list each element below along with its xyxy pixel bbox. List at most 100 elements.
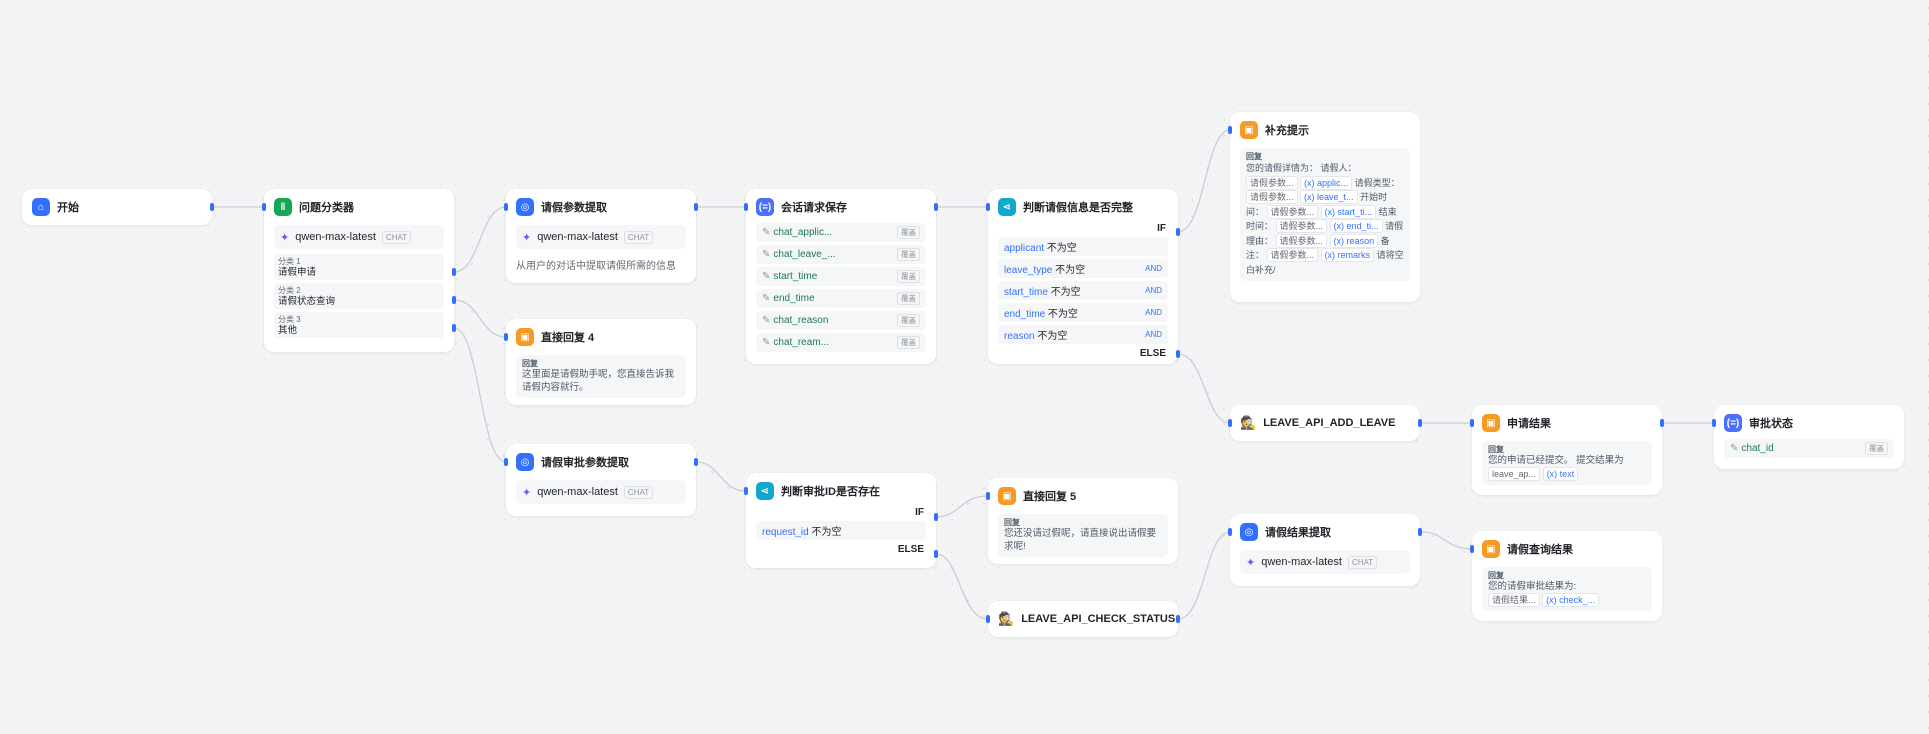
input-handle[interactable] — [504, 333, 508, 341]
input-handle[interactable] — [986, 492, 990, 500]
else-handle[interactable] — [934, 550, 938, 558]
node-session-save[interactable]: (=) 会话请求保存 ✎ chat_applic... 覆盖 ✎ chat_leave… — [744, 189, 938, 364]
condition-var: reason — [1004, 331, 1035, 342]
output-handle[interactable] — [1176, 615, 1180, 623]
node-query-result[interactable]: ▣ 请假查询结果 回复 您的请假审批结果为: 请假结果... (x) check… — [1470, 531, 1662, 621]
node-api-check-status[interactable]: 🕵 LEAVE_API_CHECK_STATUS — [986, 601, 1180, 637]
output-handle[interactable] — [694, 458, 698, 466]
class-item[interactable]: 分类 1 请假申请 — [274, 254, 444, 280]
ref-chip: 请假结果... — [1488, 593, 1540, 607]
input-handle[interactable] — [1228, 419, 1232, 427]
input-handle[interactable] — [504, 458, 508, 466]
variable-row[interactable]: ✎ chat_applic... 覆盖 — [756, 223, 926, 242]
if-handle[interactable] — [1176, 228, 1180, 236]
var-chip: (x) reason — [1329, 233, 1379, 248]
variable-row[interactable]: ✎ chat_ream... 覆盖 — [756, 333, 926, 352]
condition-row[interactable]: request_id 不为空 — [756, 521, 926, 540]
classifier-icon: ‖ — [274, 198, 292, 216]
input-handle[interactable] — [744, 203, 748, 211]
model-selector[interactable]: ✦ qwen-max-latest CHAT — [516, 480, 686, 504]
node-title: 申请结果 — [1507, 418, 1551, 430]
variable-row[interactable]: ✎ chat_leave_... 覆盖 — [756, 245, 926, 264]
condition-row[interactable]: reason 不为空 AND — [998, 325, 1168, 344]
node-approval-status[interactable]: (=) 审批状态 ✎ chat_id 覆盖 — [1712, 405, 1904, 469]
input-handle[interactable] — [1712, 419, 1716, 427]
node-start[interactable]: ⌂ 开始 — [22, 189, 214, 225]
variable-row[interactable]: ✎ chat_reason 覆盖 — [756, 311, 926, 330]
input-handle[interactable] — [1470, 545, 1474, 553]
input-handle[interactable] — [1228, 528, 1232, 536]
input-handle[interactable] — [1470, 419, 1474, 427]
node-description: 从用户的对话中提取请假所需的信息 — [516, 261, 676, 272]
else-handle[interactable] — [1176, 350, 1180, 358]
model-tag: CHAT — [623, 485, 654, 499]
edge-judge-api-add — [1177, 353, 1231, 424]
agent-icon: 🕵 — [1240, 415, 1257, 430]
home-icon: ⌂ — [32, 198, 50, 216]
reply-icon: ▣ — [1482, 414, 1500, 432]
node-direct-reply-5[interactable]: ▣ 直接回复 5 回复 您还没请过假呢，请直接说出请假要求呢! — [986, 478, 1178, 564]
variable-row[interactable]: ✎ end_time 覆盖 — [756, 289, 926, 308]
condition-row[interactable]: applicant 不为空 — [998, 237, 1168, 256]
edge-api-check-extract — [1177, 531, 1231, 620]
node-title: 问题分类器 — [299, 202, 354, 214]
class-item[interactable]: 分类 3 其他 — [274, 312, 444, 338]
input-handle[interactable] — [262, 203, 266, 211]
input-handle[interactable] — [744, 487, 748, 495]
output-handle[interactable] — [694, 203, 698, 211]
condition-var: end_time — [1004, 309, 1046, 320]
node-approval-extract[interactable]: ◎ 请假审批参数提取 ✦ qwen-max-latest CHAT — [504, 444, 698, 516]
class-item[interactable]: 分类 2 请假状态查询 — [274, 283, 444, 309]
output-handle[interactable] — [1660, 419, 1664, 427]
reply-content[interactable]: 回复 您还没请过假呢，请直接说出请假要求呢! — [998, 514, 1168, 557]
model-selector[interactable]: ✦ qwen-max-latest CHAT — [274, 225, 444, 249]
condition-row[interactable]: end_time 不为空 AND — [998, 303, 1168, 322]
output-handle[interactable] — [1418, 528, 1422, 536]
else-label: ELSE — [1139, 348, 1166, 359]
output-handle-2[interactable] — [452, 296, 456, 304]
output-handle-1[interactable] — [452, 268, 456, 276]
input-handle[interactable] — [986, 615, 990, 623]
class-value: 请假状态查询 — [278, 296, 336, 307]
output-handle[interactable] — [210, 203, 214, 211]
condition-row[interactable]: leave_type 不为空 AND — [998, 259, 1168, 278]
model-selector[interactable]: ✦ qwen-max-latest CHAT — [516, 225, 686, 249]
override-badge: 覆盖 — [897, 292, 920, 305]
node-judge-id[interactable]: ⋖ 判断审批ID是否存在 IF request_id 不为空 ELSE — [744, 473, 938, 568]
node-title: LEAVE_API_ADD_LEAVE — [1263, 417, 1396, 429]
edit-icon: ✎ — [762, 249, 771, 260]
node-classifier[interactable]: ‖ 问题分类器 ✦ qwen-max-latest CHAT 分类 1 请假申请 … — [262, 189, 456, 352]
node-result-extract[interactable]: ◎ 请假结果提取 ✦ qwen-max-latest CHAT — [1228, 514, 1422, 586]
output-handle[interactable] — [934, 203, 938, 211]
var-chip: (x) applic... — [1300, 175, 1353, 190]
node-direct-reply-4[interactable]: ▣ 直接回复 4 回复 这里面是请假助手呢，您直接告诉我请假内容就行。 — [504, 319, 696, 405]
reply-content[interactable]: 回复 这里面是请假助手呢，您直接告诉我请假内容就行。 — [516, 355, 686, 398]
ref-chip: 请假参数... — [1266, 204, 1319, 219]
node-title: 请假参数提取 — [541, 202, 607, 214]
condition-row[interactable]: start_time 不为空 AND — [998, 281, 1168, 300]
node-param-extract[interactable]: ◎ 请假参数提取 ✦ qwen-max-latest CHAT 从用户的对话中提… — [504, 189, 698, 283]
if-handle[interactable] — [934, 513, 938, 521]
output-handle-3[interactable] — [452, 324, 456, 332]
node-apply-result[interactable]: ▣ 申请结果 回复 您的申请已经提交。 提交结果为 leave_ap... (x… — [1470, 405, 1664, 495]
model-selector[interactable]: ✦ qwen-max-latest CHAT — [1240, 550, 1410, 574]
node-title: 补充提示 — [1265, 125, 1309, 137]
edit-icon: ✎ — [762, 271, 771, 282]
input-handle[interactable] — [986, 203, 990, 211]
edge-classifier-extract — [453, 206, 507, 273]
node-supplement[interactable]: ▣ 补充提示 回复 您的请假详情为： 请假人： 请假参数... (x) appl… — [1228, 112, 1420, 302]
ref-chip: 请假参数... — [1275, 219, 1328, 233]
variable-row[interactable]: ✎ start_time 覆盖 — [756, 267, 926, 286]
input-handle[interactable] — [1228, 126, 1232, 134]
condition-op: 不为空 — [811, 527, 842, 538]
node-api-add-leave[interactable]: 🕵 LEAVE_API_ADD_LEAVE — [1228, 405, 1422, 441]
reply-content[interactable]: 回复 您的请假审批结果为: 请假结果... (x) check_... — [1482, 567, 1652, 611]
reply-content[interactable]: 回复 您的请假详情为： 请假人： 请假参数... (x) applic... 请… — [1240, 148, 1410, 281]
variable-row[interactable]: ✎ chat_id 覆盖 — [1724, 439, 1894, 458]
class-value: 其他 — [278, 325, 298, 336]
output-handle[interactable] — [1418, 419, 1422, 427]
reply-content[interactable]: 回复 您的申请已经提交。 提交结果为 leave_ap... (x) text — [1482, 441, 1652, 485]
node-judge-complete[interactable]: ⋖ 判断请假信息是否完整 IF applicant 不为空 leave_type… — [986, 189, 1180, 364]
node-title: 判断审批ID是否存在 — [781, 486, 880, 498]
input-handle[interactable] — [504, 203, 508, 211]
